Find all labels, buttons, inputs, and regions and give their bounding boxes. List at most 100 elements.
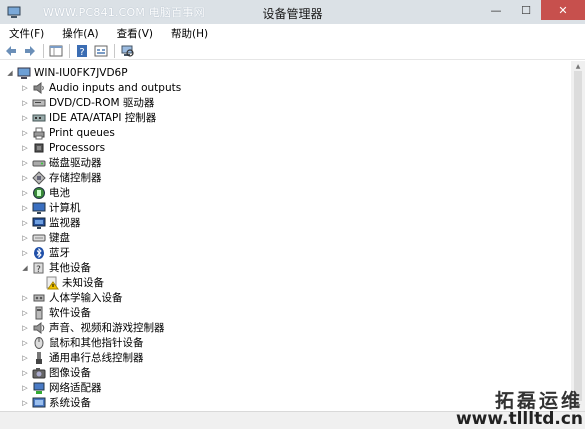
menu-view[interactable]: 查看(V) [108, 26, 162, 41]
collapse-arrow-icon[interactable]: ◢ [20, 260, 30, 275]
camera-icon [32, 366, 46, 380]
sound-icon [32, 321, 46, 335]
tree-item[interactable]: ▷ 人体学输入设备 [20, 290, 123, 305]
expand-arrow-icon[interactable]: ▷ [20, 395, 30, 410]
expand-arrow-icon[interactable]: ▷ [20, 140, 30, 155]
expand-arrow-icon[interactable]: ▷ [20, 155, 30, 170]
tree-item[interactable]: ▷ 鼠标和其他指针设备 [20, 335, 144, 350]
back-icon[interactable] [3, 44, 19, 58]
tree-item[interactable]: ▷ 图像设备 [20, 365, 91, 380]
device-manager-window: WWW.PC841.COM 电脑百事网 设备管理器 — ☐ ✕ 文件(F) 操作… [0, 0, 585, 429]
other-devices-icon: ? [32, 261, 46, 275]
toolbar-separator [69, 43, 70, 58]
ide-icon [32, 111, 46, 125]
properties-pane-icon[interactable] [48, 44, 64, 58]
tree-item[interactable]: ▷ 存储控制器 [20, 170, 102, 185]
menu-help[interactable]: 帮助(H) [162, 26, 217, 41]
storage-icon [32, 170, 46, 185]
menu-bar: 文件(F) 操作(A) 查看(V) 帮助(H) [0, 24, 585, 42]
tree-item[interactable]: ▷ 系统设备 [20, 395, 91, 410]
display-icon [32, 216, 46, 230]
keyboard-icon [32, 231, 46, 245]
printer-icon [32, 126, 46, 140]
forward-icon[interactable] [22, 44, 38, 58]
tree-item[interactable]: ▷ DVD/CD-ROM 驱动器 [20, 95, 154, 110]
menu-file[interactable]: 文件(F) [0, 26, 53, 41]
expand-arrow-icon[interactable]: ▷ [20, 215, 30, 230]
toolbar-separator [43, 43, 44, 58]
expand-arrow-icon[interactable]: ▷ [20, 170, 30, 185]
processor-icon [32, 141, 46, 155]
expand-arrow-icon[interactable]: ▷ [20, 200, 30, 215]
minimize-button[interactable]: — [481, 0, 511, 20]
speaker-icon [32, 81, 46, 95]
tree-item-label: IDE ATA/ATAPI 控制器 [49, 112, 157, 124]
tree-item[interactable]: ▷ 磁盘驱动器 [20, 155, 102, 170]
tree-item[interactable]: ▷ 软件设备 [20, 305, 91, 320]
tree-item-label: Print queues [49, 126, 115, 139]
battery-icon [32, 186, 46, 200]
svg-text:?: ? [79, 47, 84, 58]
maximize-button[interactable]: ☐ [511, 0, 541, 20]
tree-item-label: 监视器 [49, 217, 81, 229]
tree-item[interactable]: ▷ Audio inputs and outputs [20, 80, 181, 95]
scrollbar-thumb[interactable] [574, 71, 582, 401]
tree-item[interactable]: ▷ 键盘 [20, 230, 70, 245]
disk-icon [32, 156, 46, 170]
network-icon [32, 381, 46, 395]
expand-arrow-icon[interactable]: ▷ [20, 110, 30, 125]
scan-hardware-icon[interactable] [119, 44, 135, 58]
close-button[interactable]: ✕ [541, 0, 585, 20]
expand-arrow-icon[interactable]: ▷ [20, 305, 30, 320]
tree-item-label: 键盘 [49, 232, 70, 244]
expand-arrow-icon[interactable]: ▷ [20, 320, 30, 335]
tree-item[interactable]: ▷ Print queues [20, 125, 115, 140]
system-device-icon [32, 396, 46, 410]
expand-arrow-icon[interactable]: ▷ [20, 365, 30, 380]
tree-item[interactable]: ▷ 网络适配器 [20, 380, 102, 395]
tree-item[interactable]: ▷ 蓝牙 [20, 245, 70, 260]
tree-item[interactable]: ▷ 声音、视频和游戏控制器 [20, 320, 165, 335]
tree-item[interactable]: 未知设备 [33, 275, 104, 290]
computer-icon [17, 66, 31, 80]
expand-arrow-icon[interactable]: ▷ [20, 230, 30, 245]
help-icon[interactable]: ? [74, 44, 90, 58]
expand-arrow-icon[interactable]: ▷ [20, 245, 30, 260]
tree-item-label: 蓝牙 [49, 247, 70, 259]
tree-item[interactable]: ▷ IDE ATA/ATAPI 控制器 [20, 110, 156, 125]
expand-arrow-icon[interactable]: ▷ [20, 335, 30, 350]
collapse-arrow-icon[interactable]: ◢ [5, 65, 15, 80]
tree-item[interactable]: ▷ 电池 [20, 185, 70, 200]
tree-item-label: 未知设备 [62, 277, 104, 289]
tree-root[interactable]: ◢ WIN-IU0FK7JVD6P [5, 65, 128, 80]
expand-arrow-icon[interactable]: ▷ [20, 95, 30, 110]
tree-item[interactable]: ◢? 其他设备 [20, 260, 91, 275]
scroll-up-icon[interactable]: ▲ [574, 62, 582, 70]
title-bar[interactable]: WWW.PC841.COM 电脑百事网 设备管理器 — ☐ ✕ [0, 0, 585, 24]
tree-item-label: DVD/CD-ROM 驱动器 [49, 97, 155, 109]
tree-item[interactable]: ▷ Processors [20, 140, 105, 155]
tree-item-label: WIN-IU0FK7JVD6P [34, 66, 128, 79]
expand-arrow-icon[interactable]: ▷ [20, 80, 30, 95]
tree-item[interactable]: ▷ 监视器 [20, 215, 81, 230]
expand-arrow-icon[interactable]: ▷ [20, 350, 30, 365]
warning-device-icon [45, 276, 59, 290]
tree-item-label: 声音、视频和游戏控制器 [49, 322, 165, 334]
tree-item[interactable]: ▷ 计算机 [20, 200, 81, 215]
tree-item-label: 人体学输入设备 [49, 292, 123, 304]
menu-action[interactable]: 操作(A) [53, 26, 107, 41]
show-hidden-icon[interactable] [93, 44, 109, 58]
expand-arrow-icon[interactable]: ▷ [20, 185, 30, 200]
expand-arrow-icon[interactable]: ▷ [20, 290, 30, 305]
expand-arrow-icon[interactable]: ▷ [20, 380, 30, 395]
window-controls: — ☐ ✕ [481, 0, 585, 20]
toolbar-separator [114, 43, 115, 58]
vertical-scrollbar[interactable]: ▲ ▼ [571, 61, 585, 411]
tree-item-label: 磁盘驱动器 [49, 157, 102, 169]
device-tree[interactable]: ◢ WIN-IU0FK7JVD6P ▷ Audio inputs and output… [0, 61, 571, 411]
mouse-icon [32, 336, 46, 350]
hid-icon [32, 291, 46, 305]
tree-item[interactable]: ▷ 通用串行总线控制器 [20, 350, 144, 365]
expand-arrow-icon[interactable]: ▷ [20, 125, 30, 140]
